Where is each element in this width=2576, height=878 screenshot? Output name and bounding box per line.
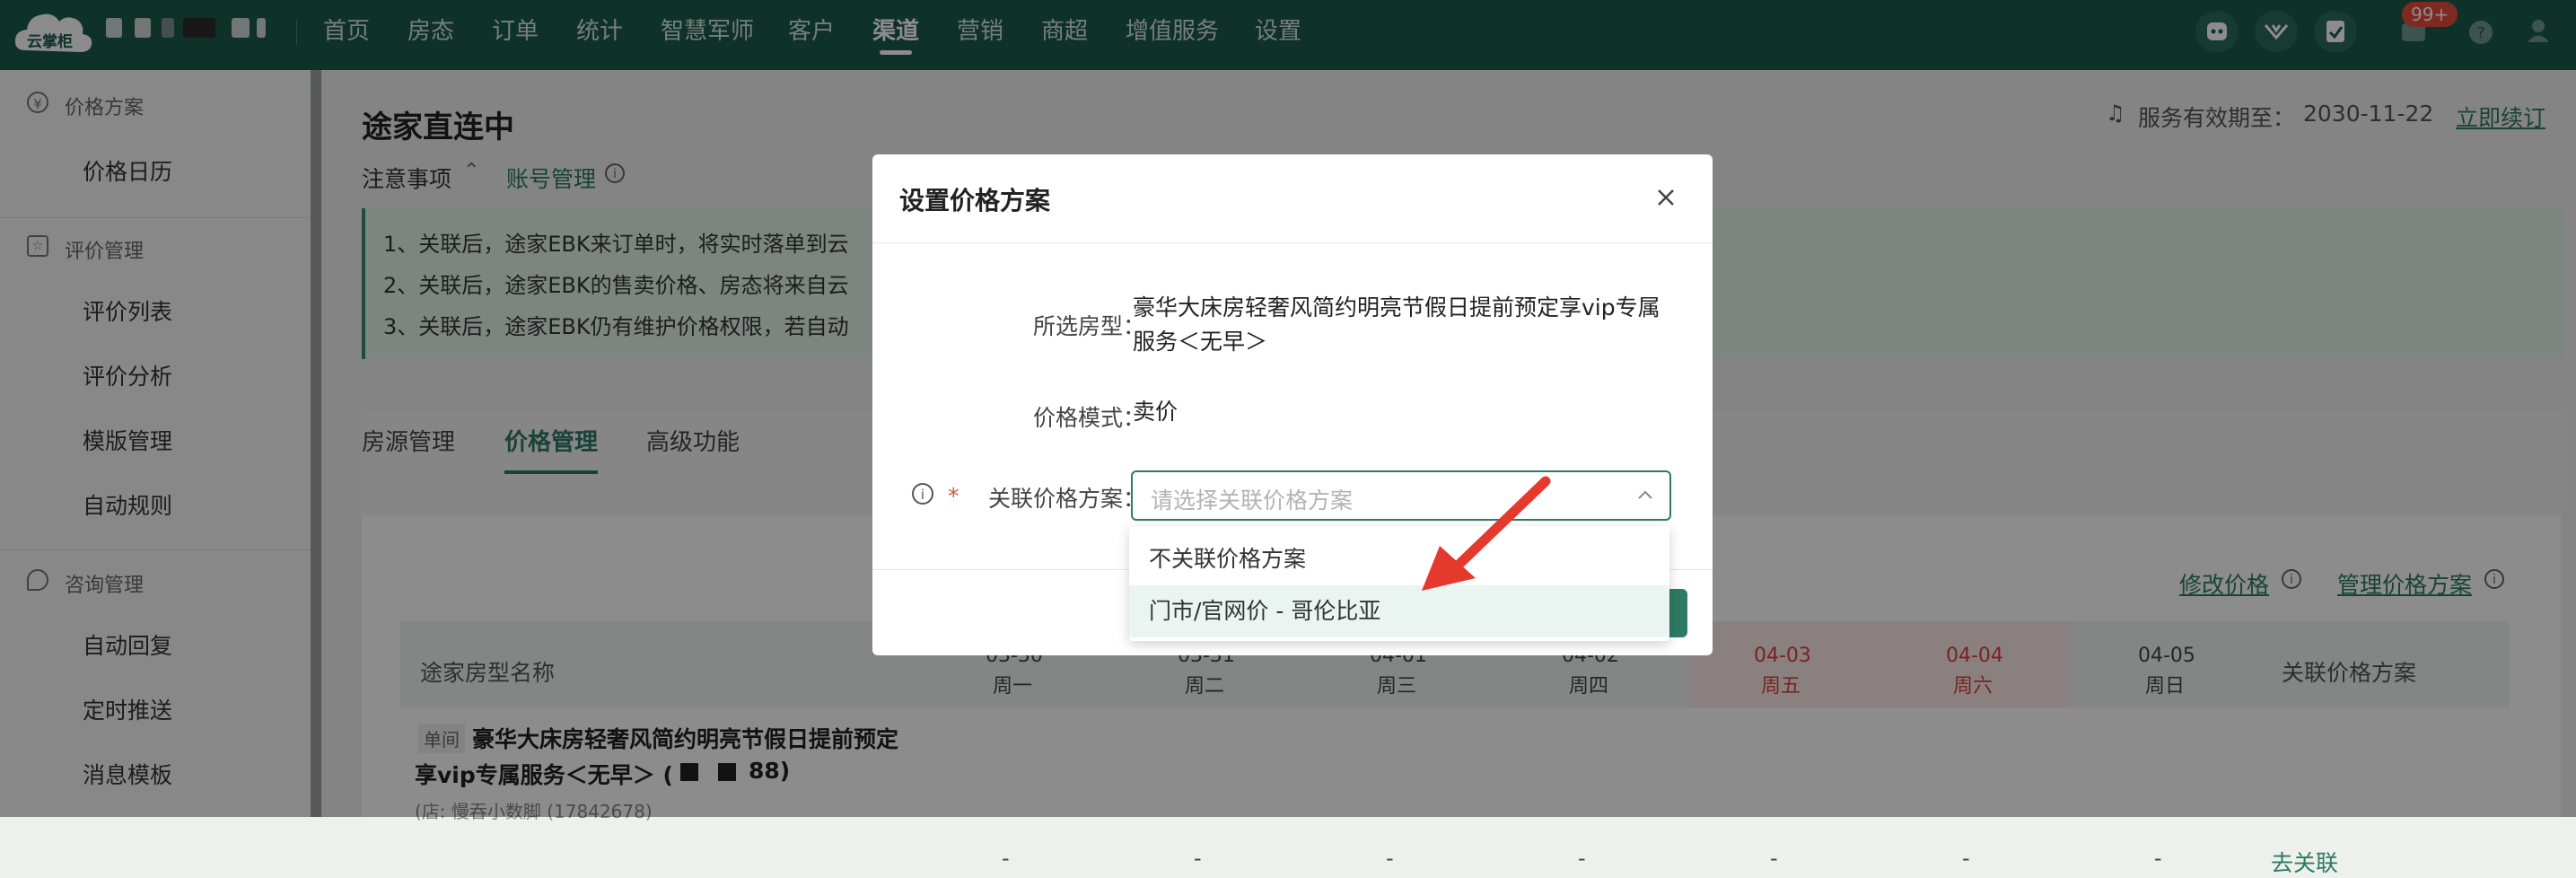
- plan-options-dropdown: 不关联价格方案 门市/官网价 - 哥伦比亚: [1129, 526, 1669, 641]
- option-no-link[interactable]: 不关联价格方案: [1129, 533, 1669, 585]
- dialog-header: 设置价格方案: [872, 154, 1713, 243]
- room-type-value: 豪华大床房轻奢风简约明亮节假日提前预定享vip专属 服务＜无早＞: [1133, 291, 1671, 359]
- price-mode-label: 价格模式：: [1032, 405, 1145, 431]
- price-mode-value: 卖价: [1133, 399, 1178, 425]
- price-cell[interactable]: -: [1194, 846, 1202, 871]
- link-plan-link[interactable]: 去关联: [2271, 846, 2338, 878]
- select-placeholder: 请选择关联价格方案: [1151, 487, 1354, 514]
- price-cell[interactable]: -: [2154, 846, 2162, 871]
- option-store-price-colombia[interactable]: 门市/官网价 - 哥伦比亚: [1129, 585, 1669, 637]
- linked-plan-label: 关联价格方案：: [987, 486, 1145, 512]
- annotation-arrow-icon: [1422, 476, 1551, 591]
- price-cell[interactable]: -: [1962, 846, 1970, 871]
- required-mark: *: [948, 483, 959, 509]
- room-type-value-line: 豪华大床房轻奢风简约明亮节假日提前预定享vip专属: [1133, 294, 1660, 320]
- price-cell[interactable]: -: [1002, 846, 1010, 871]
- price-cell[interactable]: -: [1770, 846, 1778, 871]
- price-cell[interactable]: -: [1386, 846, 1394, 871]
- chevron-up-icon[interactable]: [1635, 481, 1655, 512]
- close-icon[interactable]: [1652, 183, 1680, 212]
- room-type-value-line: 服务＜无早＞: [1133, 329, 1268, 355]
- dialog-title: 设置价格方案: [899, 186, 1051, 215]
- room-type-label: 所选房型：: [1032, 313, 1145, 339]
- price-cell[interactable]: -: [1578, 846, 1586, 871]
- info-icon[interactable]: i: [912, 483, 933, 505]
